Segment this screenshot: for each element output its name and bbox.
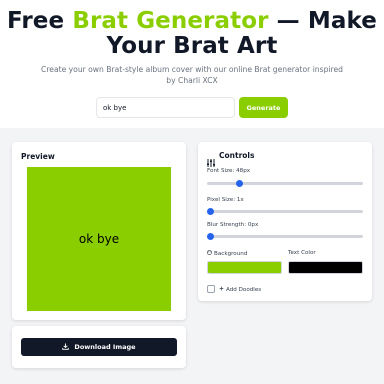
controls-title: Controls: [219, 151, 255, 160]
sparkle-icon: [219, 286, 224, 293]
controls-card: Controls Font Size: 48px Pixel Size: 1x …: [198, 142, 372, 301]
title-part2: — Make: [268, 8, 377, 34]
add-doodles-text: Add Doodles: [226, 286, 262, 293]
background-label-text: Background: [214, 250, 248, 257]
blur-strength-slider-thumb[interactable]: [206, 233, 214, 240]
controls-header: Controls: [207, 151, 255, 167]
blur-strength-slider[interactable]: [206, 233, 363, 240]
download-icon: [62, 342, 70, 352]
generate-button[interactable]: Generate: [239, 97, 288, 118]
page-subtitle: Create your own Brat-style album cover w…: [41, 65, 343, 85]
text-color-picker[interactable]: [288, 261, 363, 274]
pixel-size-slider[interactable]: [206, 208, 363, 215]
download-card: Download Image: [12, 326, 186, 368]
background-label: Background: [207, 250, 247, 257]
album-cover-preview: ok bye: [27, 167, 171, 311]
add-doodles-checkbox[interactable]: [207, 285, 215, 293]
page-title: Free Brat Generator — Make Your Brat Art: [0, 9, 384, 59]
palette-icon: [207, 250, 212, 257]
text-color-label: Text Color: [288, 250, 316, 256]
add-doodles-label[interactable]: Add Doodles: [219, 286, 261, 293]
background-color-picker[interactable]: [207, 261, 282, 274]
text-input[interactable]: [96, 97, 235, 118]
download-image-button[interactable]: Download Image: [21, 338, 177, 356]
download-label: Download Image: [74, 343, 136, 351]
font-size-slider[interactable]: [207, 180, 363, 187]
cover-text: ok bye: [78, 232, 120, 246]
title-part1: Free: [7, 8, 73, 34]
title-line2: Your Brat Art: [106, 33, 278, 59]
font-size-label: Font Size: 48px: [207, 168, 251, 174]
pixel-size-label: Pixel Size: 1x: [207, 197, 244, 203]
sliders-icon: [207, 152, 215, 167]
preview-card: Preview ok bye: [12, 142, 186, 320]
pixel-size-slider-thumb[interactable]: [206, 208, 214, 215]
blur-strength-label: Blur Strength: 0px: [207, 222, 259, 228]
font-size-slider-thumb[interactable]: [236, 180, 244, 187]
hero-section: Free Brat Generator — Make Your Brat Art…: [0, 0, 384, 128]
preview-title: Preview: [21, 152, 55, 161]
title-accent: Brat Generator: [72, 8, 269, 34]
